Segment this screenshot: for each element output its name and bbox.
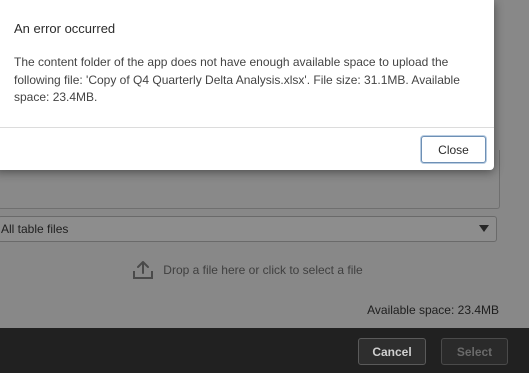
error-dialog-message: The content folder of the app does not h… — [14, 55, 460, 104]
select-button[interactable]: Select — [441, 338, 508, 365]
available-space-label: Available space: 23.4MB — [367, 303, 499, 317]
upload-icon — [133, 261, 154, 279]
divider — [0, 127, 494, 128]
file-dropzone[interactable]: Drop a file here or click to select a fi… — [0, 252, 529, 288]
error-dialog: An error occurred The content folder of … — [0, 0, 494, 170]
filetype-select[interactable]: All table files — [0, 216, 497, 242]
cancel-button[interactable]: Cancel — [358, 338, 426, 365]
error-dialog-title: An error occurred — [14, 21, 116, 36]
chevron-down-icon — [479, 225, 489, 232]
close-button[interactable]: Close — [421, 136, 486, 163]
dropzone-text: Drop a file here or click to select a fi… — [163, 263, 363, 277]
filetype-select-value: All table files — [1, 222, 69, 236]
